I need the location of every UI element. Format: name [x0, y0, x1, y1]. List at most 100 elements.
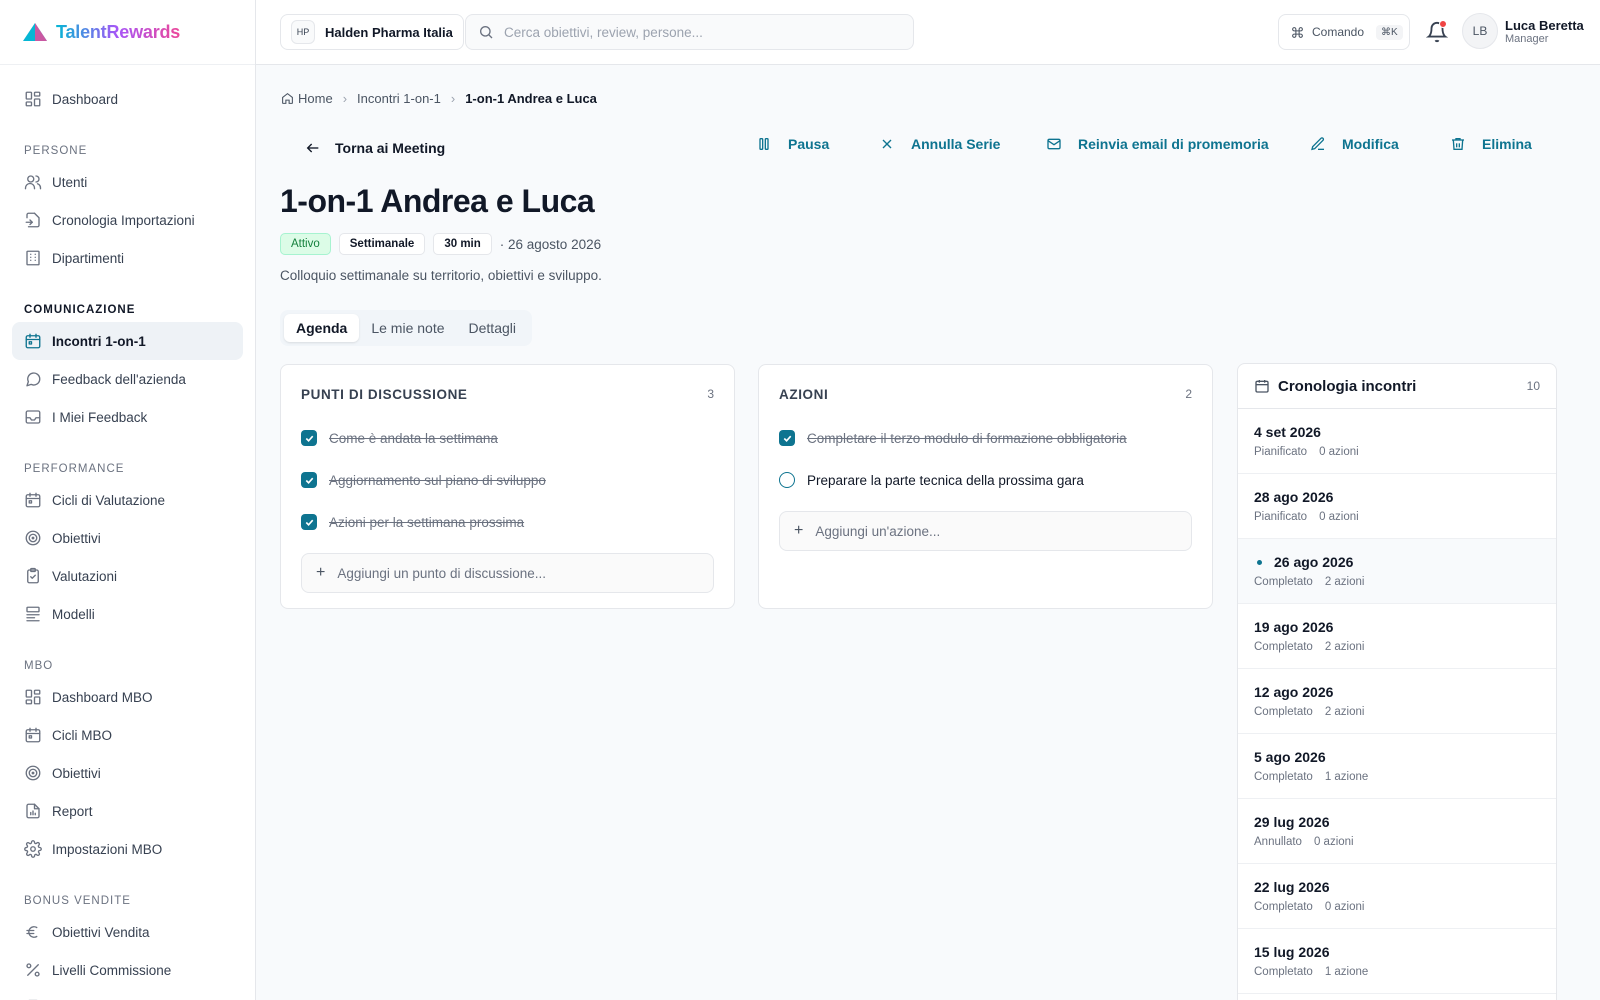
sidebar-item-modelli[interactable]: Modelli	[12, 595, 243, 633]
command-button[interactable]: Comando ⌘K	[1278, 14, 1410, 50]
action-bar: Torna ai Meeting Pausa Annulla Serie Rei…	[281, 128, 1551, 168]
sidebar-item-label: Modelli	[52, 606, 95, 622]
history-date: 5 ago 2026	[1254, 749, 1326, 765]
history-date: 28 ago 2026	[1254, 489, 1334, 505]
top-header: HP Halden Pharma Italia Comando ⌘K LB Lu…	[256, 0, 1600, 65]
sidebar-item-obiettivi[interactable]: Obiettivi	[12, 519, 243, 557]
grid-icon	[25, 91, 41, 107]
tab-agenda[interactable]: Agenda	[284, 314, 360, 342]
mail-icon	[1047, 138, 1061, 150]
history-action-count: 2 azioni	[1324, 576, 1365, 588]
checkbox-checked[interactable]	[779, 430, 795, 446]
meeting-meta: Attivo Settimanale 30 min · 26 agosto 20…	[280, 233, 601, 255]
edit-label: Modifica	[1342, 136, 1399, 152]
history-row[interactable]: 4 set 2026 Pianificato 0 azioni	[1238, 409, 1556, 474]
item-text: Aggiornamento sul piano di sviluppo	[329, 472, 546, 488]
history-status: Completato	[1254, 641, 1313, 653]
users-icon	[24, 175, 42, 190]
sidebar-item-dashboard[interactable]: Dashboard	[12, 80, 243, 118]
meeting-description: Colloquio settimanale su territorio, obi…	[280, 268, 602, 283]
user-menu[interactable]: LB Luca Beretta Manager	[1462, 13, 1584, 49]
grid-icon	[25, 689, 41, 705]
tab-my-notes[interactable]: Le mie note	[359, 314, 456, 342]
file-import-icon	[25, 212, 40, 228]
checkbox-checked[interactable]	[301, 472, 317, 488]
sidebar-item-i-miei-feedback[interactable]: I Miei Feedback	[12, 398, 243, 436]
search-box[interactable]	[465, 14, 914, 50]
pause-button[interactable]: Pausa	[756, 136, 829, 152]
sidebar-item-label: Cronologia Importazioni	[52, 212, 195, 228]
search-input[interactable]	[504, 24, 884, 40]
sidebar-item-feedback-dell-azienda[interactable]: Feedback dell'azienda	[12, 360, 243, 398]
sidebar-item-incontri-1-on-1[interactable]: Incontri 1-on-1	[12, 322, 243, 360]
check-icon	[305, 435, 313, 442]
breadcrumb-parent[interactable]: Incontri 1-on-1	[357, 91, 441, 106]
edit-button[interactable]: Modifica	[1310, 136, 1399, 152]
sidebar-item-livelli-commissione[interactable]: Livelli Commissione	[12, 951, 243, 989]
template-icon	[26, 606, 40, 622]
history-row[interactable]: 26 ago 2026 Completato 2 azioni	[1238, 539, 1556, 604]
brand[interactable]: TalentRewards	[0, 0, 255, 65]
sidebar-item-label: Valutazioni	[52, 568, 118, 584]
sidebar-item-label: Report	[52, 803, 93, 819]
sidebar-item-dashboard-mbo[interactable]: Dashboard MBO	[12, 678, 243, 716]
sidebar-item-cicli-di-valutazione[interactable]: Cicli di Valutazione	[12, 481, 243, 519]
tab-bar: Agenda Le mie note Dettagli	[280, 310, 532, 346]
resend-reminder-button[interactable]: Reinvia email di promemoria	[1046, 136, 1269, 152]
history-row[interactable]: 22 lug 2026 Completato 0 azioni	[1238, 864, 1556, 929]
history-row[interactable]: 29 lug 2026 Annullato 0 azioni	[1238, 799, 1556, 864]
cancel-series-label: Annulla Serie	[911, 136, 1001, 152]
meeting-history-panel: Cronologia incontri 10 4 set 2026 Pianifi…	[1237, 363, 1557, 1000]
back-button[interactable]: Torna ai Meeting	[305, 140, 445, 156]
tab-details[interactable]: Dettagli	[457, 314, 528, 342]
history-date: 29 lug 2026	[1254, 814, 1330, 830]
history-row[interactable]: 15 lug 2026 Completato 1 azione	[1238, 929, 1556, 994]
history-date: 4 set 2026	[1254, 424, 1321, 440]
page-title: 1-on-1 Andrea e Luca	[280, 183, 595, 219]
sidebar-item-obiettivi[interactable]: Obiettivi	[12, 754, 243, 792]
checkbox-unchecked[interactable]	[779, 472, 795, 488]
item-text: Completare il terzo modulo di formazione…	[807, 430, 1127, 446]
add-discussion-point-input[interactable]: + Aggiungi un punto di discussione...	[301, 553, 714, 593]
sidebar-item-valutazioni[interactable]: Valutazioni	[12, 557, 243, 595]
delete-button[interactable]: Elimina	[1450, 136, 1532, 152]
history-status: Pianificato	[1254, 446, 1308, 458]
history-date: 26 ago 2026	[1274, 554, 1354, 570]
delete-label: Elimina	[1482, 136, 1532, 152]
history-row[interactable]: 5 ago 2026 Completato 1 azione	[1238, 734, 1556, 799]
sidebar-item-label: Dashboard	[52, 91, 119, 107]
sidebar-item-utenti[interactable]: Utenti	[12, 163, 243, 201]
sidebar-item-dipartimenti[interactable]: Dipartimenti	[12, 239, 243, 277]
percent-icon	[26, 963, 40, 977]
add-action-input[interactable]: + Aggiungi un'azione...	[779, 511, 1192, 551]
current-dot	[1257, 559, 1262, 565]
resend-reminder-label: Reinvia email di promemoria	[1078, 136, 1269, 152]
sidebar-item-report[interactable]: Report	[12, 792, 243, 830]
chevron-right-icon: ›	[342, 91, 348, 106]
item-text: Preparare la parte tecnica della prossim…	[807, 472, 1084, 488]
notifications-button[interactable]	[1426, 20, 1448, 43]
clipboard-check-icon	[27, 567, 39, 584]
cancel-series-button[interactable]: Annulla Serie	[879, 136, 1000, 152]
card-title: PUNTI DI DISCUSSIONE	[301, 387, 468, 402]
sidebar-item-label: Incontri 1-on-1	[52, 333, 146, 349]
history-status: Completato	[1254, 706, 1313, 718]
arrow-left-icon	[306, 143, 319, 153]
history-row[interactable]: 12 ago 2026 Completato 2 azioni	[1238, 669, 1556, 734]
history-title: Cronologia incontri	[1278, 377, 1417, 395]
history-row[interactable]: 19 ago 2026 Completato 2 azioni	[1238, 604, 1556, 669]
sidebar-item-cronologia-importazioni[interactable]: Cronologia Importazioni	[12, 201, 243, 239]
sidebar-item-impostazioni-mbo[interactable]: Impostazioni MBO	[12, 830, 243, 868]
org-switcher[interactable]: HP Halden Pharma Italia	[280, 14, 464, 50]
breadcrumb-home[interactable]: Home	[298, 91, 333, 106]
history-row[interactable]: 28 ago 2026 Pianificato 0 azioni	[1238, 474, 1556, 539]
sidebar-item-label: Obiettivi	[52, 530, 101, 546]
sidebar-item-label: I Miei Feedback	[52, 409, 148, 425]
sidebar-item-cicli-mbo[interactable]: Cicli MBO	[12, 716, 243, 754]
sidebar-item-obiettivi-vendita[interactable]: Obiettivi Vendita	[12, 913, 243, 951]
checkbox-checked[interactable]	[301, 514, 317, 530]
checkbox-checked[interactable]	[301, 430, 317, 446]
chevron-right-icon: ›	[450, 91, 456, 106]
sidebar-item-calcolatore-commissioni[interactable]: Calcolatore Commissioni	[12, 989, 243, 1000]
notification-dot	[1439, 20, 1447, 28]
